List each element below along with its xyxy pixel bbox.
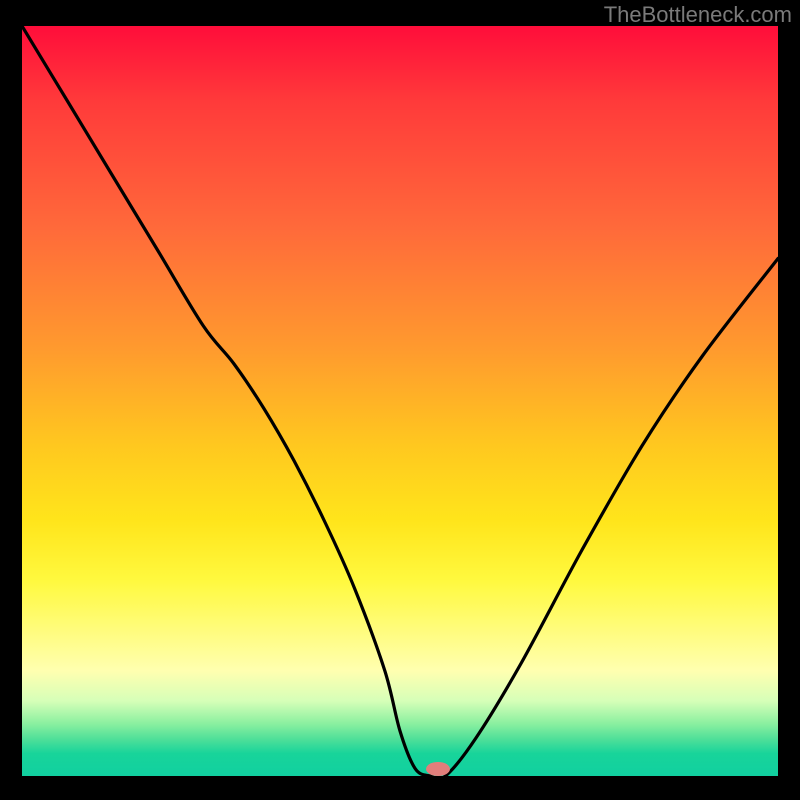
optimum-marker	[426, 762, 450, 776]
chart-curve-layer	[22, 26, 778, 776]
watermark-text: TheBottleneck.com	[604, 2, 792, 28]
chart-plot-area	[22, 26, 778, 776]
bottleneck-curve	[22, 26, 778, 776]
